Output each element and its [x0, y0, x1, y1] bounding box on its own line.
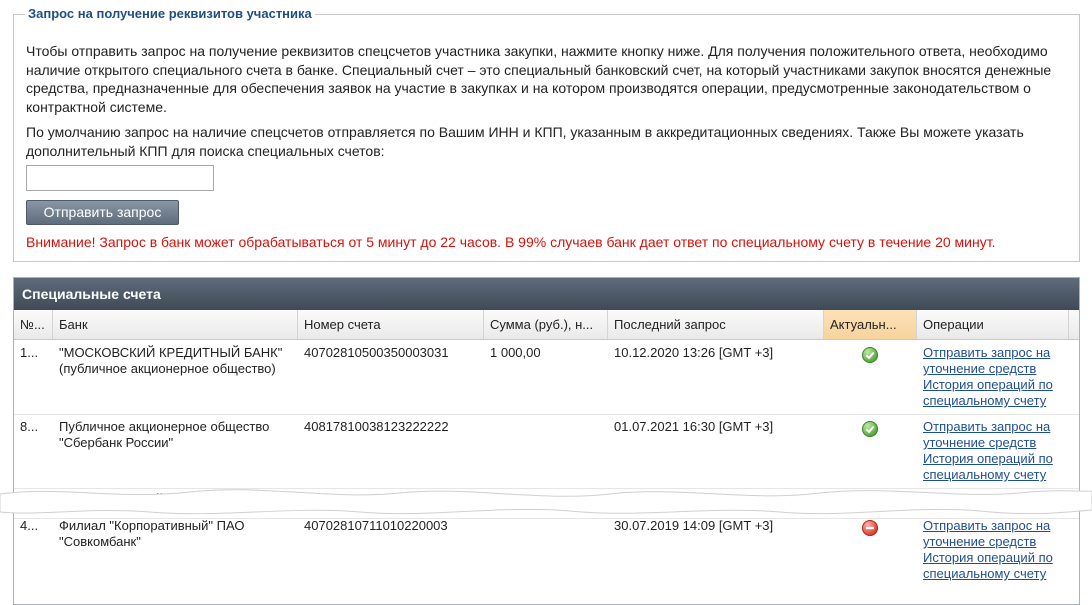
column-sum[interactable]: Сумма (руб.), н... [484, 310, 608, 339]
grid-title: Специальные счета [14, 278, 1079, 310]
row-operations: Отправить запрос на уточнение средств Ис… [917, 414, 1079, 483]
row-number: 8... [20, 419, 39, 434]
row-sum [484, 414, 608, 419]
column-number[interactable]: №... [14, 310, 53, 339]
row-bank: ...Й КРЕДИТНЫЙ [59, 493, 165, 508]
row-number: 4... [20, 518, 39, 533]
check-circle-icon [862, 421, 878, 437]
row-account: ...7777 [304, 493, 344, 508]
request-legend: Запрос на получение реквизитов участника [25, 6, 315, 21]
row-operations: Отправить запрос на уточнение средств Ис… [917, 340, 1079, 409]
send-balance-request-link[interactable]: Отправить запрос на уточнение средств [923, 419, 1079, 451]
column-bank[interactable]: Банк [53, 310, 298, 339]
row-bank: Филиал "Корпоративный" ПАО "Совкомбанк" [59, 518, 245, 549]
row-account: 40817810038123222222 [304, 419, 449, 434]
column-account[interactable]: Номер счета [298, 310, 484, 339]
account-history-link[interactable]: История операций по специальному счету [923, 377, 1079, 409]
special-accounts-grid: Специальные счета №... Банк Номер счета … [13, 277, 1080, 605]
grid-header: №... Банк Номер счета Сумма (руб.), н...… [14, 310, 1079, 340]
send-balance-request-link[interactable]: Отправить запрос на уточнение средств [923, 345, 1079, 377]
kpp-description: По умолчанию запрос на наличие спецсчето… [26, 124, 1024, 159]
request-description: Чтобы отправить запрос на получение рекв… [26, 43, 1052, 115]
row-account: 40702810711010220003 [304, 518, 448, 533]
warning-text: Внимание! Запрос в банк может обрабатыва… [26, 234, 996, 250]
row-last-request: ...:17 [GMT +3] [614, 493, 701, 508]
kpp-input[interactable] [26, 165, 214, 191]
row-actual [824, 340, 917, 363]
row-bank: Публичное акционерное общество "Сбербанк… [59, 419, 270, 450]
account-history-link[interactable]: История операций по специальному счету [923, 451, 1079, 483]
row-sum [484, 513, 608, 518]
row-last-request: 01.07.2021 16:30 [GMT +3] [614, 419, 774, 434]
column-operations[interactable]: Операции [917, 310, 1069, 339]
row-last-request: 10.12.2020 13:26 [GMT +3] [614, 345, 774, 360]
column-actual[interactable]: Актуальн... [824, 310, 917, 339]
send-balance-request-link[interactable]: Отправить запрос на уточнение средств [923, 518, 1079, 550]
row-actual [824, 513, 917, 536]
table-row[interactable]: 8... Публичное акционерное общество "Сбе… [14, 414, 1079, 489]
row-account: 40702810500350003031 [304, 345, 449, 360]
row-last-request: 30.07.2019 14:09 [GMT +3] [614, 518, 774, 533]
send-request-button[interactable]: Отправить запрос [26, 200, 179, 225]
column-last-request[interactable]: Последний запрос [608, 310, 824, 339]
row-bank: "МОСКОВСКИЙ КРЕДИТНЫЙ БАНК" (публичное а… [59, 345, 283, 376]
table-row[interactable]: 1... "МОСКОВСКИЙ КРЕДИТНЫЙ БАНК" (публич… [14, 340, 1079, 415]
row-number: 1... [20, 345, 39, 360]
check-circle-icon [862, 347, 878, 363]
row-operations: Отправить запрос на уточнение средств Ис… [917, 513, 1079, 582]
send-balance-request-link[interactable]: ...запрос на [923, 493, 1079, 509]
row-actual [824, 414, 917, 437]
table-row[interactable]: 4... Филиал "Корпоративный" ПАО "Совкомб… [14, 513, 1079, 587]
row-operations: ...запрос на [917, 488, 1079, 509]
account-history-link[interactable]: История операций по специальному счету [923, 550, 1079, 582]
row-sum: 1 000,00 [490, 345, 541, 360]
minus-circle-icon [862, 520, 878, 536]
